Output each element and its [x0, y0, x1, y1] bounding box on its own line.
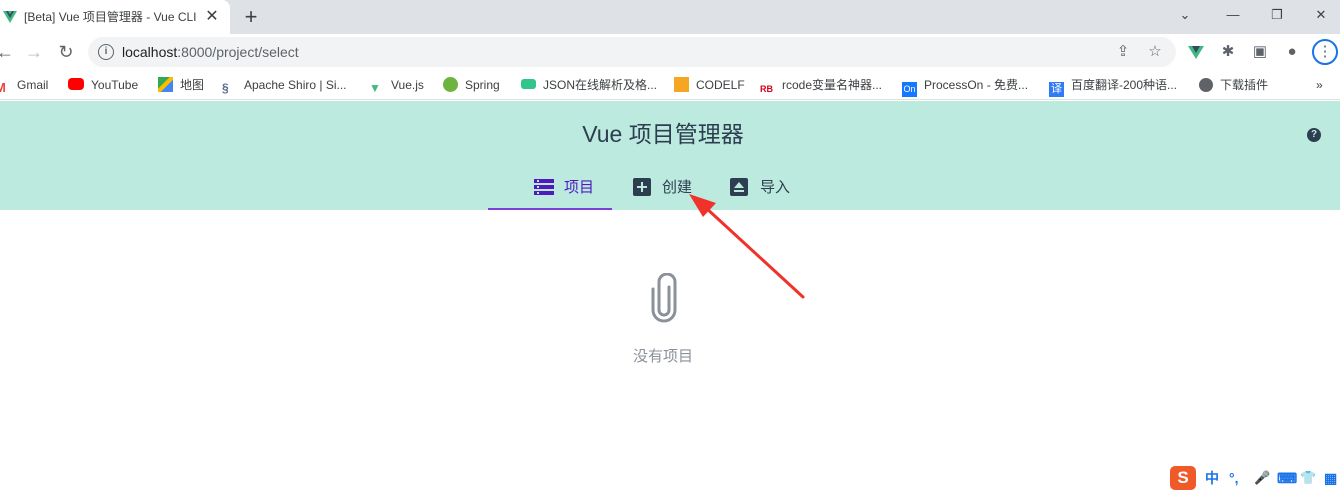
bookmark-json[interactable]: JSON在线解析及格... [521, 77, 657, 93]
minimize-button[interactable]: — [1221, 5, 1245, 25]
browser-toolbar: ← → ↻ i localhost:8000/project/select ⇪ … [0, 34, 1340, 70]
forward-button[interactable]: → [23, 41, 45, 63]
globe-icon [1199, 78, 1213, 92]
ime-chinese-mode[interactable]: 中 [1205, 470, 1219, 486]
youtube-icon [68, 78, 84, 90]
translate-icon: 译 [1049, 82, 1064, 97]
tab-title: [Beta] Vue 项目管理器 - Vue CLI [24, 10, 196, 24]
browser-tab-strip: [Beta] Vue 项目管理器 - Vue CLI ✕ + ⌄ — ❐ ✕ [0, 0, 1340, 34]
reload-button[interactable]: ↻ [55, 41, 77, 63]
paperclip-icon [651, 273, 677, 323]
bookmark-gmail[interactable]: M Gmail [0, 77, 48, 95]
new-tab-button[interactable]: + [240, 6, 262, 28]
tab-import[interactable]: 导入 [716, 163, 816, 210]
json-icon [521, 79, 536, 89]
bookmark-star-icon[interactable]: ☆ [1146, 43, 1164, 61]
list-icon [534, 179, 554, 195]
profile-avatar-icon[interactable]: ● [1282, 42, 1302, 62]
tab-create-label: 创建 [662, 179, 693, 196]
menu-kebab-icon[interactable]: ⋮ [1312, 39, 1338, 65]
microphone-icon[interactable]: 🎤 [1254, 470, 1270, 486]
bookmark-codelf[interactable]: CODELF [674, 77, 745, 93]
bookmark-spring[interactable]: Spring [443, 77, 500, 93]
tab-search-icon[interactable]: ⌄ [1173, 5, 1197, 25]
plus-square-icon [633, 178, 651, 196]
skin-icon[interactable]: 👕 [1300, 470, 1316, 486]
spring-icon [443, 77, 458, 92]
restore-button[interactable]: ❐ [1265, 5, 1289, 25]
tab-import-label: 导入 [760, 179, 791, 196]
help-icon[interactable]: ? [1307, 128, 1321, 142]
site-info-icon[interactable]: i [98, 44, 114, 60]
bookmark-vuejs[interactable]: ▼ Vue.js [369, 77, 424, 95]
url-text[interactable]: localhost:8000/project/select [122, 44, 299, 60]
browser-tab[interactable]: [Beta] Vue 项目管理器 - Vue CLI ✕ [0, 0, 230, 34]
ime-punctuation[interactable]: °, [1229, 470, 1239, 486]
tab-create[interactable]: 创建 [614, 163, 714, 210]
upload-icon [730, 178, 748, 196]
share-icon[interactable]: ⇪ [1114, 43, 1132, 61]
bookmarks-overflow-button[interactable]: » [1316, 77, 1323, 93]
processon-icon: On [902, 82, 917, 97]
sogou-logo-icon[interactable]: S [1170, 466, 1196, 490]
rb-icon: RB [760, 84, 773, 94]
app-header: Vue 项目管理器 ? 项目 创建 导入 [0, 101, 1340, 210]
page-title: Vue 项目管理器 [582, 121, 744, 147]
bookmark-processon[interactable]: On ProcessOn - 免费... [902, 77, 1028, 97]
vue-devtools-extension-icon[interactable] [1186, 42, 1206, 62]
close-window-button[interactable]: ✕ [1309, 5, 1333, 25]
bookmark-youtube[interactable]: YouTube [68, 77, 138, 93]
bookmark-maps[interactable]: 地图 [158, 77, 204, 93]
maps-icon [158, 77, 173, 92]
bookmark-apache-shiro[interactable]: § Apache Shiro | Si... [222, 77, 347, 95]
vue-favicon-icon [3, 11, 17, 23]
gmail-icon: M [0, 80, 6, 95]
toolbox-icon[interactable]: ▦ [1324, 470, 1337, 486]
extensions-puzzle-icon[interactable]: ✱ [1218, 42, 1238, 62]
address-bar[interactable]: i localhost:8000/project/select ⇪ ☆ [88, 37, 1176, 67]
close-icon[interactable]: ✕ [203, 8, 221, 26]
bookmark-baidu-translate[interactable]: 译百度翻译-200种语... [1049, 77, 1177, 97]
tab-projects[interactable]: 项目 [488, 163, 612, 210]
shiro-icon: § [222, 81, 229, 95]
tab-projects-label: 项目 [564, 179, 595, 196]
bookmark-download-plugin[interactable]: 下载插件 [1199, 77, 1268, 93]
codelf-icon [674, 77, 689, 92]
side-panel-icon[interactable]: ▣ [1250, 42, 1270, 62]
bookmarks-bar: M Gmail YouTube 地图 § Apache Shiro | Si... … [0, 70, 1340, 100]
vue-icon: ▼ [369, 81, 381, 95]
ime-toolbar: S 中 °, 🎤 ⌨ 👕 ▦ [1166, 465, 1340, 491]
back-button[interactable]: ← [0, 41, 16, 63]
empty-state-text: 没有项目 [632, 348, 693, 365]
bookmark-rcode[interactable]: RB rcode变量名神器... [760, 77, 882, 94]
keyboard-icon[interactable]: ⌨ [1277, 470, 1297, 486]
